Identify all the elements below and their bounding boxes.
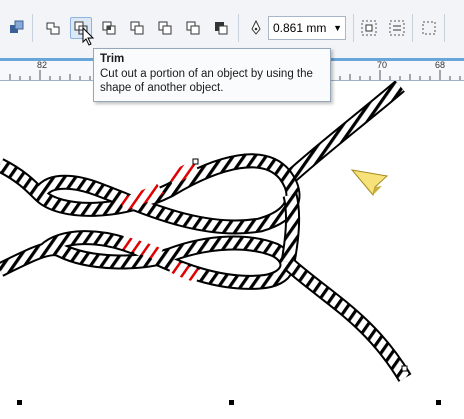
toolbar-separator bbox=[412, 14, 413, 42]
outline-pen-button[interactable] bbox=[245, 17, 267, 39]
chevron-down-icon[interactable]: ▼ bbox=[333, 17, 342, 39]
wrap-text-button[interactable] bbox=[386, 17, 408, 39]
options-icon bbox=[422, 21, 436, 35]
align-icon bbox=[361, 20, 377, 36]
tooltip-description: Cut out a portion of an object by using … bbox=[100, 68, 313, 94]
object-order-button[interactable] bbox=[6, 17, 28, 39]
front-minus-back-icon bbox=[158, 21, 172, 35]
ruler-label: 68 bbox=[435, 60, 446, 70]
toolbar-separator bbox=[238, 14, 239, 42]
selection-handle[interactable] bbox=[17, 400, 22, 405]
boundary-icon bbox=[215, 22, 228, 35]
toolbar-separator bbox=[444, 14, 445, 42]
node-handle[interactable] bbox=[192, 158, 199, 165]
create-boundary-button[interactable] bbox=[210, 17, 232, 39]
rope-connector[interactable] bbox=[280, 193, 301, 264]
wrap-text-icon bbox=[389, 20, 405, 36]
intersect-icon bbox=[102, 21, 116, 35]
front-minus-back-button[interactable] bbox=[154, 17, 176, 39]
selection-handle[interactable] bbox=[229, 400, 234, 405]
align-distribute-button[interactable] bbox=[358, 17, 380, 39]
rope-knot-drawing[interactable] bbox=[0, 80, 464, 414]
selection-handle[interactable] bbox=[436, 400, 441, 405]
pen-nib-icon bbox=[251, 20, 261, 35]
arrange-icon bbox=[10, 20, 24, 33]
ruler-label: 82 bbox=[37, 60, 48, 70]
pointer-cursor-icon bbox=[350, 169, 389, 197]
outline-width-value: 0.861 mm bbox=[273, 21, 327, 35]
tooltip-title: Trim bbox=[100, 53, 125, 65]
toolbar-separator bbox=[32, 14, 33, 42]
options-button[interactable] bbox=[418, 17, 440, 39]
outline-width-field[interactable]: 0.861 mm ▼ bbox=[268, 16, 346, 40]
back-minus-front-button[interactable] bbox=[182, 17, 204, 39]
drawing-canvas[interactable] bbox=[0, 80, 464, 414]
mouse-cursor-icon bbox=[82, 27, 95, 46]
simplify-icon bbox=[130, 21, 144, 35]
ruler-label: 70 bbox=[377, 60, 388, 70]
simplify-button[interactable] bbox=[126, 17, 148, 39]
intersect-button[interactable] bbox=[98, 17, 120, 39]
weld-icon bbox=[46, 22, 60, 35]
back-minus-front-icon bbox=[186, 21, 200, 35]
trim-tooltip: Trim Cut out a portion of an object by u… bbox=[93, 48, 331, 102]
rope-strand-tail[interactable] bbox=[285, 259, 412, 382]
weld-button[interactable] bbox=[42, 17, 64, 39]
toolbar-separator bbox=[353, 14, 354, 42]
node-handle[interactable] bbox=[401, 365, 408, 372]
